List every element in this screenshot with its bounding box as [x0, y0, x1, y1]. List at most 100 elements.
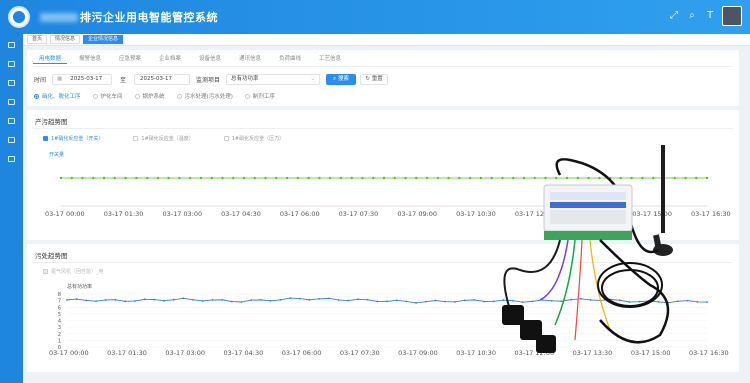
chart1-point	[189, 176, 192, 180]
chart2-point	[133, 300, 136, 302]
chart2-point	[85, 299, 88, 302]
chart1-point	[156, 176, 160, 180]
chart1-ylabel: 开关量	[49, 151, 64, 158]
chart2-y-tick: 8	[58, 292, 61, 298]
chart2-point	[279, 298, 282, 301]
chart2-point	[318, 297, 321, 300]
chart1-point	[59, 176, 63, 180]
chart2-point	[201, 300, 204, 302]
page-tab-company-info[interactable]: 企业情况信息	[83, 35, 124, 44]
radio-furnace[interactable]: 炉化车间	[92, 92, 123, 100]
chart2-point	[444, 300, 447, 303]
chart1-point	[339, 176, 343, 180]
chart2-point	[327, 297, 330, 300]
reset-button[interactable]: ↻ 重置	[360, 74, 389, 85]
monitor-select[interactable]: 总有功功率 ⌄	[226, 74, 321, 85]
chart1-point	[285, 176, 289, 180]
page-tab-home[interactable]: 首页	[27, 35, 48, 44]
chart1-point	[145, 176, 149, 180]
subtab-emergency[interactable]: 应急预案	[113, 54, 147, 64]
filter-panel: 用电数据 报警信息 应急预案 企业档案 设备信息 通讯信息 负荷曲线 工艺信息 …	[27, 50, 739, 106]
fullscreen-icon[interactable]: ⤢	[668, 10, 680, 22]
chart2-point	[153, 298, 156, 301]
device-photo	[502, 145, 673, 353]
radio-boiler[interactable]: 锅炉系统	[134, 92, 165, 100]
top-bar: 排污企业用电智能管控系统 ⤢ ⌕ T	[0, 0, 750, 34]
chart2-point	[114, 298, 117, 301]
chart2-point	[415, 302, 417, 304]
chart-icon[interactable]	[0, 113, 23, 129]
users-icon[interactable]	[0, 75, 23, 91]
end-date-input[interactable]: 2025-03-17	[134, 74, 191, 85]
subtab-process[interactable]: 工艺信息	[313, 54, 347, 64]
chart1-x-tick: 03-17 04:30	[221, 210, 261, 218]
monitor-icon[interactable]	[0, 56, 23, 72]
chart2-point	[434, 299, 437, 302]
monitor-label: 监测项目	[196, 77, 221, 84]
time-label: 时间	[34, 77, 47, 84]
chart1-point	[113, 176, 117, 180]
page-tabs: 首页 情况信息 企业情况信息	[23, 34, 750, 46]
chart1-point	[221, 176, 224, 180]
chart2-point	[75, 298, 78, 300]
chart2-point	[104, 299, 107, 301]
chart1-point	[242, 176, 246, 180]
chart1-point	[361, 176, 364, 180]
subtab-comm[interactable]: 通讯信息	[233, 54, 267, 64]
chart1-point	[328, 176, 332, 180]
page-tab-info[interactable]: 情况信息	[50, 35, 81, 44]
subtab-device[interactable]: 设备信息	[193, 54, 227, 64]
chart1-point	[124, 176, 127, 180]
chart1-point	[468, 176, 472, 180]
calendar-icon: ▦	[57, 76, 63, 82]
report-icon[interactable]	[0, 151, 23, 167]
subtab-load-curve[interactable]: 负荷曲线	[273, 54, 307, 64]
chart1-point	[275, 176, 278, 180]
chart2-point	[337, 299, 340, 301]
chart1-point	[318, 176, 321, 180]
chart1-point	[232, 176, 235, 180]
chart2-y-tick: 7	[58, 299, 61, 305]
chart2-y-tick: 4	[58, 319, 61, 325]
chart1-point	[81, 176, 84, 180]
search-button[interactable]: ⌕ 搜索	[326, 74, 357, 85]
chart2-point	[386, 300, 388, 303]
font-size-icon[interactable]: T	[704, 10, 716, 22]
chart2-point	[376, 300, 379, 303]
chart1-point	[264, 176, 267, 180]
chart1-point	[199, 176, 203, 180]
radio-wastewater[interactable]: 污水处理(污水处理)	[176, 92, 233, 100]
chart2-x-tick: 03-17 03:00	[165, 349, 205, 357]
chart1-point	[92, 176, 95, 180]
chart1-point	[458, 176, 461, 180]
search-icon[interactable]: ⌕	[686, 10, 698, 22]
radio-preparation[interactable]: 制剂工序	[244, 92, 275, 100]
dashboard-icon[interactable]	[0, 37, 23, 53]
chart1-x-tick: 03-17 00:00	[45, 210, 85, 218]
avatar[interactable]	[722, 6, 742, 26]
chart2-point	[143, 298, 146, 301]
chart2-y-tick: 2	[58, 332, 61, 338]
chart1-point	[102, 176, 106, 180]
current-transformer-3	[536, 335, 556, 353]
chart1-x-tick: 03-17 01:30	[104, 210, 144, 218]
settings-icon[interactable]	[0, 132, 23, 148]
chart2-point	[66, 299, 68, 301]
chart2-point	[424, 300, 427, 303]
device-icon[interactable]	[0, 94, 23, 110]
chart1-point	[415, 176, 418, 180]
chart2-point	[347, 299, 350, 302]
chart2-x-tick: 03-17 01:30	[107, 349, 147, 357]
app-title: 排污企业用电智能管控系统	[80, 11, 218, 24]
chart2-y-tick: 5	[58, 312, 61, 318]
chart1-point	[253, 176, 256, 180]
radio-nitration[interactable]: 硝化、脱化工序	[34, 92, 81, 100]
subtab-alarm[interactable]: 报警信息	[73, 54, 107, 64]
chart1-point	[296, 176, 300, 180]
start-date-input[interactable]: ▦ 2025-03-17	[52, 74, 113, 85]
chart2-point	[260, 298, 262, 301]
chart2-point	[453, 301, 456, 303]
subtab-archive[interactable]: 企业档案	[153, 54, 187, 64]
chart2-point	[240, 301, 243, 303]
subtab-power-data[interactable]: 用电数据	[33, 54, 67, 64]
